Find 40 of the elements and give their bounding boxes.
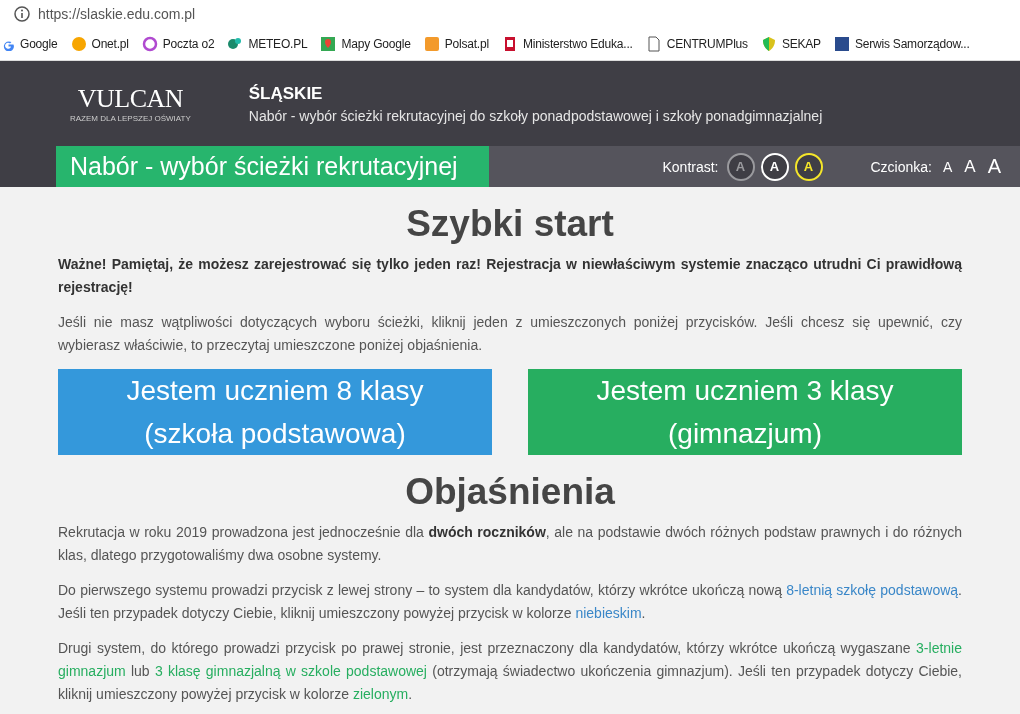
- contrast-button[interactable]: A: [794, 152, 823, 181]
- bookmark[interactable]: Serwis Samorządow...: [833, 36, 970, 52]
- contrast-button[interactable]: A: [760, 152, 789, 181]
- section-heading: Objaśnienia: [404, 471, 616, 513]
- page-title: Nabór - wybór ścieżki rekrutacyjnej: [56, 146, 489, 187]
- blob-icon: [227, 36, 244, 52]
- document-icon: [645, 36, 662, 52]
- logo[interactable]: VULCAN: [77, 84, 184, 114]
- site-subtitle: Nabór - wybór ścieżki rekrutacyjnej do szkoły ponadpodstawowej i szkoły ponadgimnazjalnej: [248, 107, 823, 124]
- bookmark[interactable]: Ministerstwo Eduka...: [501, 36, 633, 52]
- paragraph: Jeśli nie masz wątpliwości dotyczących wyboru ścieżki, kliknij jeden z umieszczonych poniżej przycisków. Jeśli chcesz się upewnić, czy wybierasz właściwie, to przeczytaj umieszczone poniżej objaśnienia.: [58, 313, 962, 355]
- logo-tagline: RAZEM DLA LEPSZEJ OŚWIATY: [70, 114, 191, 123]
- font-size-button[interactable]: A: [939, 158, 956, 175]
- paragraph: Drugi system, do którego prowadzi przycisk po prawej stronie, jest przeznaczony dla kandydatów, którzy wkrótce ukończą wygaszane 3-letnie gimnazjum lub 3 klasę gimnazjalną w szkole podstawowej (otrzymają świadectwo ukończenia gimnazjum). Jeśli ten przypadek dotyczy Ciebie, kliknij umieszczony powyżej przycisk w kolorze zielonym.: [58, 639, 962, 704]
- bookmark[interactable]: Google: [2, 37, 58, 51]
- info-icon[interactable]: [14, 6, 30, 22]
- bookmark[interactable]: Poczta o2: [141, 36, 215, 52]
- section-heading: Szybki start: [405, 203, 615, 245]
- map-pin-icon: [320, 36, 337, 52]
- paragraph: Rekrutacja w roku 2019 prowadzona jest jednocześnie dla dwóch roczników, ale na podstawie dwóch różnych podstaw prawnych i do różnych klas, dlatego przygotowaliśmy dwa osobne systemy.: [58, 523, 962, 565]
- circle-icon: [70, 36, 87, 52]
- ring-icon: [141, 36, 158, 52]
- square-icon: [833, 36, 850, 52]
- contrast-label: Kontrast:: [662, 158, 719, 175]
- font-size-button[interactable]: A: [984, 155, 1004, 178]
- address-bar[interactable]: https://slaskie.edu.com.pl: [38, 6, 196, 22]
- bookmark[interactable]: CENTRUMPlus: [645, 36, 748, 52]
- font-size-label: Czcionka:: [870, 158, 932, 175]
- region-title: ŚLĄSKIE: [248, 83, 324, 104]
- bookmark[interactable]: SEKAP: [760, 36, 821, 52]
- contrast-button[interactable]: A: [726, 152, 755, 181]
- bookmark[interactable]: METEO.PL: [227, 36, 308, 52]
- square-icon: [423, 36, 440, 52]
- paragraph: Do pierwszego systemu prowadzi przycisk z lewej strony – to system dla kandydatów, którzy wkrótce ukończą nową 8-letnią szkołę podstawową. Jeśli ten przypadek dotyczy Ciebie, kliknij umieszczony powyżej przycisk w kolorze niebieskim.: [58, 581, 962, 623]
- bookmark[interactable]: Polsat.pl: [423, 36, 489, 52]
- bookmark[interactable]: Onet.pl: [70, 36, 129, 52]
- font-size-button[interactable]: A: [961, 156, 979, 177]
- warning-text: Ważne! Pamiętaj, że możesz zarejestrować się tylko jeden raz! Rejestracja w niewłaściwym systemie znacząco utrudni Ci prawidłową rejestrację!: [58, 255, 962, 297]
- bookmark[interactable]: Mapy Google: [320, 36, 411, 52]
- shield-icon: [760, 36, 777, 52]
